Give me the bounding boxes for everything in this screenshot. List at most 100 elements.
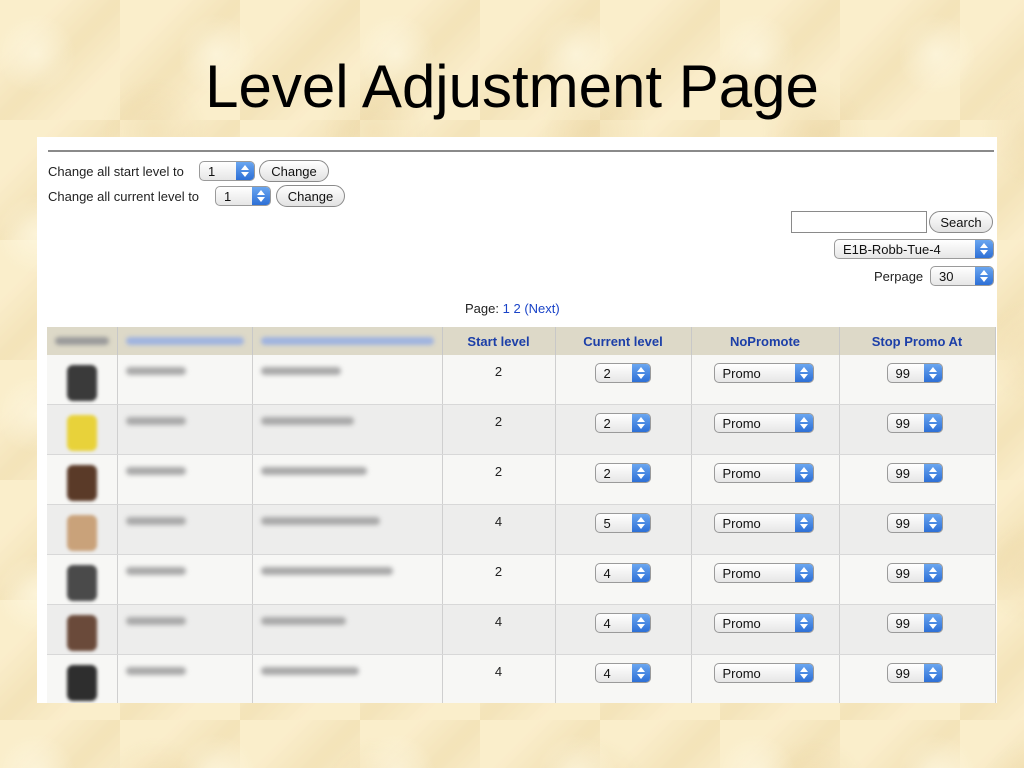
current-level-select[interactable]: 2 <box>594 363 651 383</box>
stop-promo-select[interactable]: 99 <box>886 513 943 533</box>
nopromote-cell: Promo <box>691 554 840 605</box>
nopromote-select[interactable]: Promo <box>713 463 814 483</box>
nopromote-select[interactable]: Promo <box>713 613 814 633</box>
start-level-value: 2 <box>494 414 503 429</box>
start-level-value: 4 <box>494 664 503 679</box>
table-row: 4 4 Promo 99 <box>47 654 996 703</box>
start-level-value: 2 <box>494 564 503 579</box>
current-level-cell: 4 <box>555 554 692 605</box>
app-screenshot: Change all start level to 1 Change Chang… <box>37 137 997 703</box>
stop-promo-value: 99 <box>895 615 910 631</box>
nopromote-value: Promo <box>722 615 761 631</box>
fullname-cell <box>252 355 443 405</box>
current-level-select[interactable]: 4 <box>594 613 651 633</box>
stop-promo-select[interactable]: 99 <box>886 563 943 583</box>
current-level-select[interactable]: 4 <box>594 563 651 583</box>
stop-promo-cell: 99 <box>839 554 996 605</box>
current-level-select[interactable]: 4 <box>594 663 651 683</box>
col-fullname-header[interactable] <box>252 327 443 355</box>
username-cell <box>117 654 253 703</box>
select-arrows-icon <box>631 514 650 532</box>
select-arrows-icon <box>923 614 942 632</box>
start-level-value: 4 <box>494 614 503 629</box>
stop-promo-select[interactable]: 99 <box>886 363 943 383</box>
avatar-cell <box>47 504 118 555</box>
page-1-link[interactable]: 1 <box>503 301 510 316</box>
avatar-cell <box>47 404 118 455</box>
select-arrows-icon <box>923 414 942 432</box>
select-arrows-icon <box>794 364 813 382</box>
col-username-header[interactable] <box>117 327 253 355</box>
nopromote-select[interactable]: Promo <box>713 513 814 533</box>
select-arrows-icon <box>794 614 813 632</box>
stop-promo-cell: 99 <box>839 604 996 655</box>
start-level-cell: 2 <box>442 355 556 405</box>
nopromote-select[interactable]: Promo <box>713 663 814 683</box>
pager: Page: 1 2 (Next) <box>465 301 560 316</box>
avatar <box>66 465 97 501</box>
table-row: 2 2 Promo 99 <box>47 355 996 405</box>
select-arrows-icon <box>923 564 942 582</box>
nopromote-value: Promo <box>722 465 761 481</box>
page-2-link[interactable]: 2 <box>513 301 520 316</box>
nopromote-select[interactable]: Promo <box>713 563 814 583</box>
stop-promo-value: 99 <box>895 515 910 531</box>
nopromote-value: Promo <box>722 665 761 681</box>
username-cell <box>117 554 253 605</box>
stop-promo-select[interactable]: 99 <box>886 413 943 433</box>
nopromote-cell: Promo <box>691 604 840 655</box>
nopromote-cell: Promo <box>691 654 840 703</box>
start-level-label: Change all start level to <box>48 164 184 179</box>
perpage-label: Perpage <box>874 269 924 284</box>
search-input[interactable] <box>791 211 927 233</box>
current-level-cell: 4 <box>555 604 692 655</box>
stop-promo-value: 99 <box>895 565 910 581</box>
stop-promo-value: 99 <box>895 665 910 681</box>
perpage-select[interactable]: 30 <box>930 266 994 286</box>
stop-promo-select[interactable]: 99 <box>886 613 943 633</box>
current-level-cell: 2 <box>555 355 692 405</box>
fullname-cell <box>252 504 443 555</box>
class-select[interactable]: E1B-Robb-Tue-4 <box>834 239 994 259</box>
col-image-header[interactable] <box>47 327 118 355</box>
current-level-value: 4 <box>603 615 611 631</box>
change-current-level-button[interactable]: Change <box>276 185 345 207</box>
start-level-cell: 2 <box>442 454 556 505</box>
avatar <box>66 365 97 401</box>
select-arrows-icon <box>631 464 650 482</box>
search-button[interactable]: Search <box>929 211 993 233</box>
select-arrows-icon <box>923 664 942 682</box>
avatar-cell <box>47 355 118 405</box>
current-level-select[interactable]: 5 <box>594 513 651 533</box>
change-start-level-button[interactable]: Change <box>259 160 329 182</box>
select-arrows-icon <box>631 614 650 632</box>
stop-promo-value: 99 <box>895 465 910 481</box>
avatar <box>66 415 97 451</box>
current-level-select[interactable]: 2 <box>594 463 651 483</box>
current-level-value: 1 <box>224 188 232 204</box>
select-arrows-icon <box>794 414 813 432</box>
start-level-select[interactable]: 1 <box>199 161 255 181</box>
current-level-value: 4 <box>603 565 611 581</box>
select-arrows-icon <box>631 414 650 432</box>
stop-promo-cell: 99 <box>839 504 996 555</box>
select-arrows-icon <box>923 364 942 382</box>
stop-promo-cell: 99 <box>839 454 996 505</box>
next-page-link[interactable]: (Next) <box>524 301 559 316</box>
start-level-value: 2 <box>494 364 503 379</box>
nopromote-select[interactable]: Promo <box>713 363 814 383</box>
current-level-value: 2 <box>603 465 611 481</box>
select-arrows-icon <box>631 364 650 382</box>
stop-promo-select[interactable]: 99 <box>886 663 943 683</box>
nopromote-cell: Promo <box>691 504 840 555</box>
select-arrows-icon <box>923 464 942 482</box>
current-level-select[interactable]: 2 <box>594 413 651 433</box>
fullname-cell <box>252 454 443 505</box>
stop-promo-select[interactable]: 99 <box>886 463 943 483</box>
username-cell <box>117 355 253 405</box>
stop-promo-value: 99 <box>895 365 910 381</box>
current-level-select[interactable]: 1 <box>215 186 271 206</box>
start-level-cell: 4 <box>442 654 556 703</box>
start-level-value: 2 <box>494 464 503 479</box>
nopromote-select[interactable]: Promo <box>713 413 814 433</box>
